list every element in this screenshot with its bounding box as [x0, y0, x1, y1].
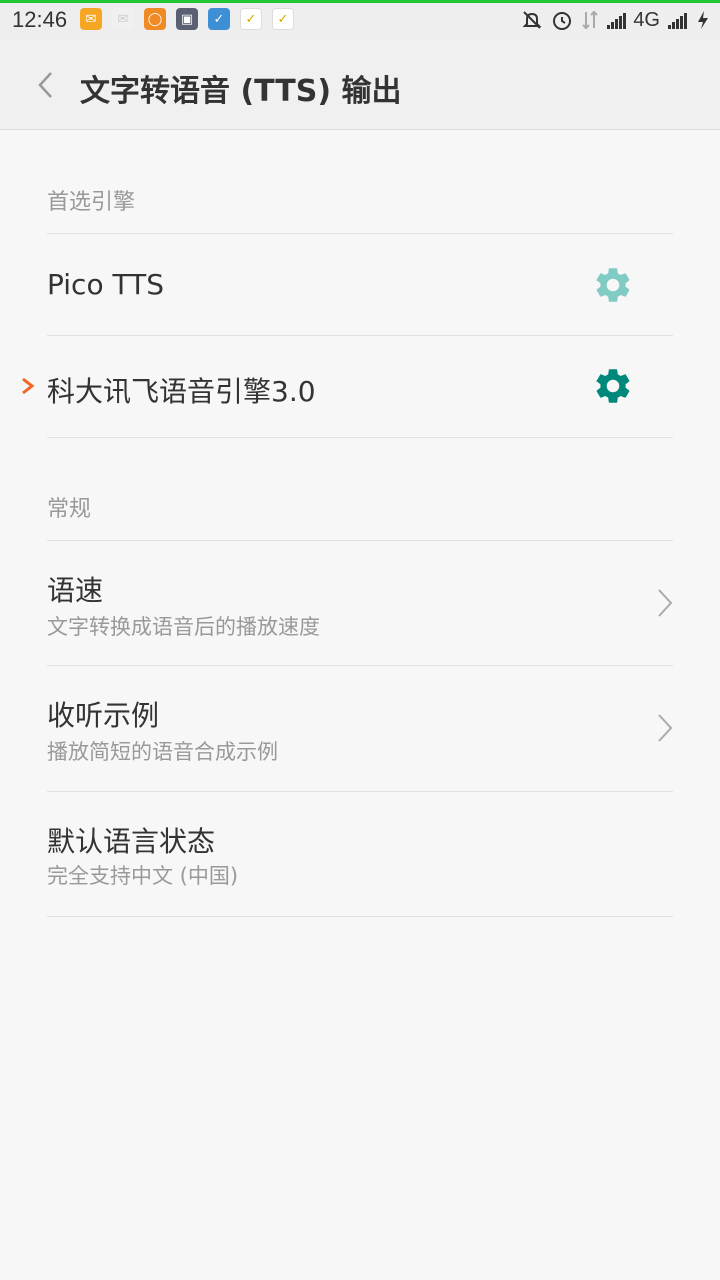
section-label-general: 常规 — [47, 497, 92, 522]
engine-name: 科大讯飞语音引擎3.0 — [47, 375, 316, 408]
chat-icon: ◯ — [144, 8, 166, 30]
setting-title: 收听示例 — [47, 699, 160, 732]
task-icon: ✓ — [240, 8, 262, 30]
gmail-icon: ✉ — [112, 8, 134, 30]
engine-item-pico[interactable]: Pico TTS — [0, 234, 720, 335]
bank-icon: ▣ — [176, 8, 198, 30]
chevron-right-icon — [658, 714, 673, 742]
charging-icon — [698, 11, 708, 29]
divider — [47, 437, 673, 438]
status-bar: 12:46 ✉ ✉ ◯ ▣ ✓ ✓ ✓ 4G — [0, 0, 720, 40]
chevron-right-icon — [658, 589, 673, 617]
network-type: 4G — [633, 9, 660, 31]
divider — [47, 916, 673, 917]
page-title: 文字转语音 (TTS) 输出 — [80, 74, 402, 109]
system-status: 4G — [513, 6, 710, 34]
back-button[interactable] — [26, 62, 66, 108]
setting-item-default-language-status: 默认语言状态 完全支持中文 (中国) — [0, 792, 720, 916]
alarm-icon — [553, 12, 572, 30]
header: 文字转语音 (TTS) 输出 — [0, 40, 720, 130]
setting-subtitle: 完全支持中文 (中国) — [47, 864, 239, 888]
setting-subtitle: 播放简短的语音合成示例 — [47, 740, 278, 764]
gear-icon[interactable] — [592, 365, 634, 407]
setting-subtitle: 文字转换成语音后的播放速度 — [47, 615, 320, 639]
gear-icon[interactable] — [592, 264, 634, 306]
data-transfer-icon — [582, 10, 599, 30]
setting-item-listen-example[interactable]: 收听示例 播放简短的语音合成示例 — [0, 666, 720, 791]
section-label-preferred-engine: 首选引擎 — [47, 190, 136, 215]
back-arrow-icon — [38, 72, 52, 98]
engine-name: Pico TTS — [47, 268, 164, 301]
setting-item-speech-rate[interactable]: 语速 文字转换成语音后的播放速度 — [0, 541, 720, 665]
check-app-icon: ✓ — [208, 8, 230, 30]
task-icon: ✓ — [272, 8, 294, 30]
engine-item-iflytek[interactable]: 科大讯飞语音引擎3.0 — [0, 336, 720, 437]
mute-icon — [522, 11, 542, 29]
selected-indicator-icon — [22, 377, 35, 395]
status-time: 12:46 — [12, 7, 68, 32]
setting-title: 默认语言状态 — [47, 825, 216, 858]
setting-title: 语速 — [47, 574, 104, 607]
notification-icons: ✉ ✉ ◯ ▣ ✓ ✓ ✓ — [80, 8, 304, 30]
mail-icon: ✉ — [80, 8, 102, 30]
signal-icon — [668, 11, 688, 29]
signal-icon — [607, 11, 627, 29]
